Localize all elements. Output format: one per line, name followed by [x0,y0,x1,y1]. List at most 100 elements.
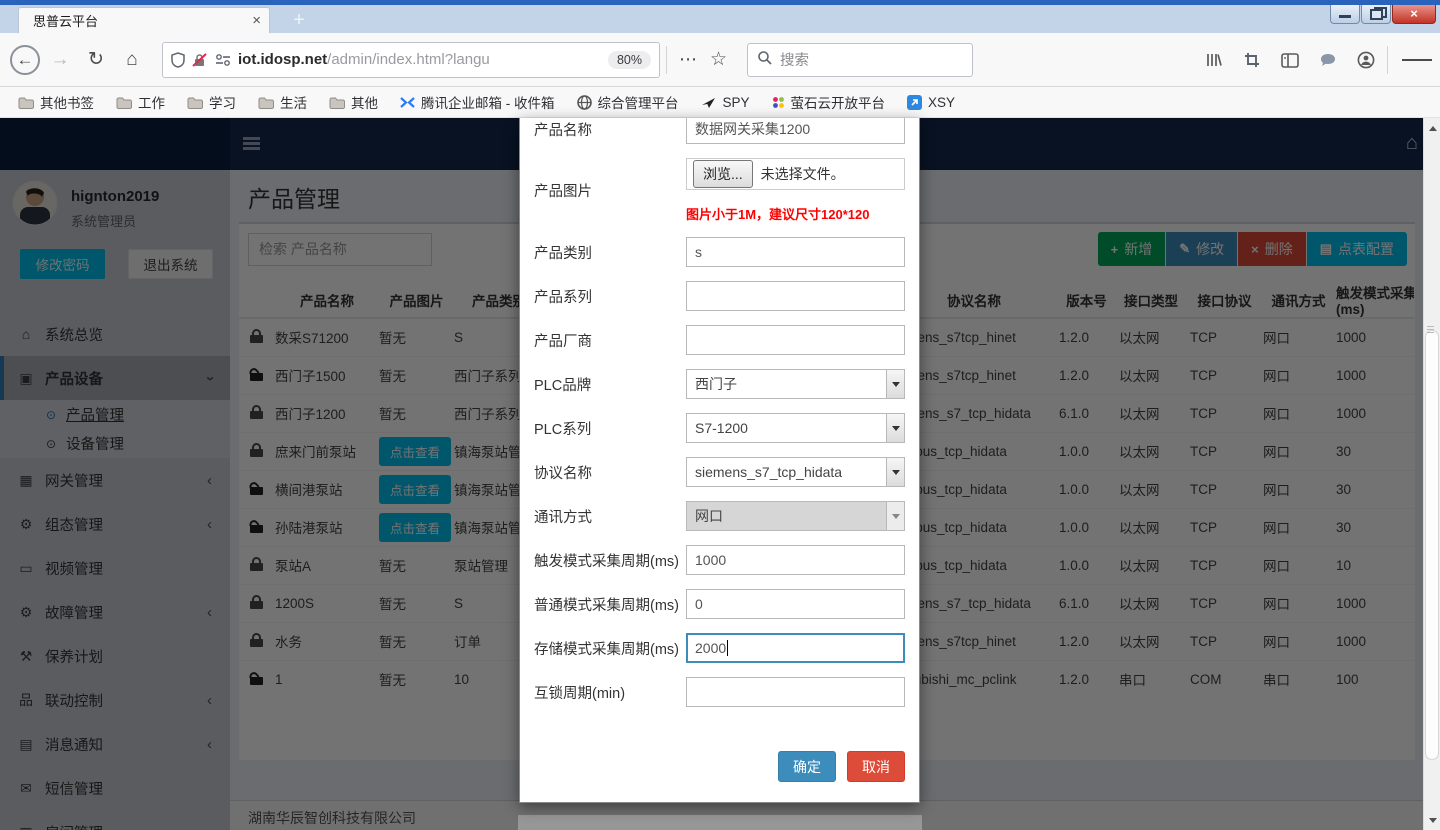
screenshot-icon[interactable] [1237,45,1267,75]
scroll-up-icon[interactable] [1424,118,1440,134]
bookmark-star-icon[interactable]: ☆ [704,48,733,71]
tracking-protection-icon[interactable] [171,52,185,68]
forward-button[interactable]: → [44,44,76,76]
tab-title: 思普云平台 [33,11,252,30]
divider [666,46,667,74]
field-label: 互锁周期(min) [534,682,686,703]
select-协议名称[interactable]: siemens_s7_tcp_hidata [686,457,905,487]
file-input[interactable]: 浏览...未选择文件。 [686,158,905,190]
scrollbar-grip [1427,326,1434,335]
insecure-lock-icon[interactable] [192,53,208,67]
field-label: 协议名称 [534,462,686,483]
bookmark-label: 综合管理平台 [598,92,679,112]
bookmark-item[interactable]: 生活 [252,89,313,115]
window-controls: × [1329,5,1436,24]
edit-product-modal: 产品名称 数据网关采集1200 产品图片 浏览...未选择文件。图片小于1M，建… [519,118,920,803]
input-触发模式采集周期(ms)[interactable]: 1000 [686,545,905,575]
chevron-down-icon[interactable] [886,414,904,442]
folder-icon [18,96,34,109]
chevron-down-icon[interactable] [886,502,904,530]
bookmark-label: 其他书签 [40,92,94,112]
divider [1387,46,1388,74]
ezviz-icon [772,96,785,109]
input-产品类别[interactable]: s [686,237,905,267]
bookmark-item[interactable]: 其他书签 [12,89,100,115]
account-icon[interactable] [1351,45,1381,75]
tencent-mail-icon [400,96,415,109]
url-bar[interactable]: iot.idosp.net/admin/index.html?langu 80% [162,42,660,78]
menu-hamburger-icon[interactable] [1402,45,1432,75]
select-PLC系列[interactable]: S7-1200 [686,413,905,443]
folder-icon [329,96,345,109]
bookmark-item[interactable]: 学习 [181,89,242,115]
window-close-button[interactable]: × [1392,5,1436,24]
chat-bubble-icon[interactable] [1313,45,1343,75]
scroll-down-icon[interactable] [1424,814,1440,830]
field-label: 产品厂商 [534,330,686,351]
input-普通模式采集周期(ms)[interactable]: 0 [686,589,905,619]
field-label: PLC系列 [534,418,686,439]
input-产品名称[interactable]: 数据网关采集1200 [686,118,905,144]
browse-button[interactable]: 浏览... [693,160,753,188]
tab-close-icon[interactable]: × [252,13,261,28]
field-label: 触发模式采集周期(ms) [534,550,686,571]
form-field-row: 互锁周期(min) [534,677,905,707]
window-minimize-button[interactable] [1330,5,1360,24]
xsy-icon [907,95,922,110]
zoom-level-badge[interactable]: 80% [608,51,651,69]
chevron-down-icon[interactable] [886,458,904,486]
bookmarks-bar: 其他书签 工作 学习 生活 其他 腾讯企业邮箱 - 收件箱 综合管理平台 SPY… [0,87,1440,118]
bookmark-item[interactable]: 其他 [323,89,384,115]
chevron-down-icon[interactable] [886,370,904,398]
bookmark-label: 学习 [209,92,236,112]
form-field-row: 产品名称 数据网关采集1200 [534,118,905,144]
browser-tab[interactable]: 思普云平台 × [18,7,270,33]
field-label: 产品图片 [534,180,686,201]
new-tab-button[interactable]: + [284,9,314,33]
bookmark-item[interactable]: XSY [901,92,961,113]
select-通讯方式[interactable]: 网口 [686,501,905,531]
form-field-row: 协议名称 siemens_s7_tcp_hidata [534,457,905,487]
bookmark-item[interactable]: 萤石云开放平台 [766,89,892,115]
scrollbar-thumb[interactable] [1425,330,1439,760]
form-field-row: 通讯方式 网口 [534,501,905,531]
cancel-button[interactable]: 取消 [847,751,905,782]
sidebars-icon[interactable] [1275,45,1305,75]
vertical-scrollbar[interactable] [1423,118,1440,830]
browser-titlebar: 思普云平台 × + × [0,0,1440,33]
screen: 思普云平台 × + × ← → ↻ ⌂ iot.idosp.net/admin/… [0,0,1440,830]
back-button[interactable]: ← [10,45,40,75]
window-restore-button[interactable] [1361,5,1391,24]
search-placeholder: 搜索 [780,49,809,70]
reload-button[interactable]: ↻ [80,44,112,76]
globe-icon [577,95,592,110]
page-actions-icon[interactable]: ⋯ [673,49,704,70]
bookmark-item[interactable]: 腾讯企业邮箱 - 收件箱 [394,89,561,115]
field-label: 通讯方式 [534,506,686,527]
bookmark-item[interactable]: SPY [695,92,756,113]
bookmark-label: XSY [928,95,955,110]
form-field-row: 产品类别 s [534,237,905,267]
input-存储模式采集周期(ms)[interactable]: 2000 [686,633,905,663]
bookmark-item[interactable]: 综合管理平台 [571,89,685,115]
form-field-row: 触发模式采集周期(ms) 1000 [534,545,905,575]
bookmark-label: 萤石云开放平台 [791,92,886,112]
input-产品系列[interactable] [686,281,905,311]
bookmark-label: 工作 [138,92,165,112]
field-label: 存储模式采集周期(ms) [534,638,686,659]
browser-search-bar[interactable]: 搜索 [747,43,973,77]
home-button[interactable]: ⌂ [116,44,148,76]
select-PLC品牌[interactable]: 西门子 [686,369,905,399]
library-icon[interactable] [1199,45,1229,75]
browser-navbar: ← → ↻ ⌂ iot.idosp.net/admin/index.html?l… [0,33,1440,87]
folder-icon [187,96,203,109]
bookmark-item[interactable]: 工作 [110,89,171,115]
bookmark-label: 其他 [351,92,378,112]
form-field-row: 存储模式采集周期(ms) 2000 [534,633,905,663]
form-field-row: 产品系列 [534,281,905,311]
permissions-icon[interactable] [215,54,231,66]
confirm-button[interactable]: 确定 [778,751,836,782]
form-field-row: PLC系列 S7-1200 [534,413,905,443]
input-产品厂商[interactable] [686,325,905,355]
input-互锁周期(min)[interactable] [686,677,905,707]
